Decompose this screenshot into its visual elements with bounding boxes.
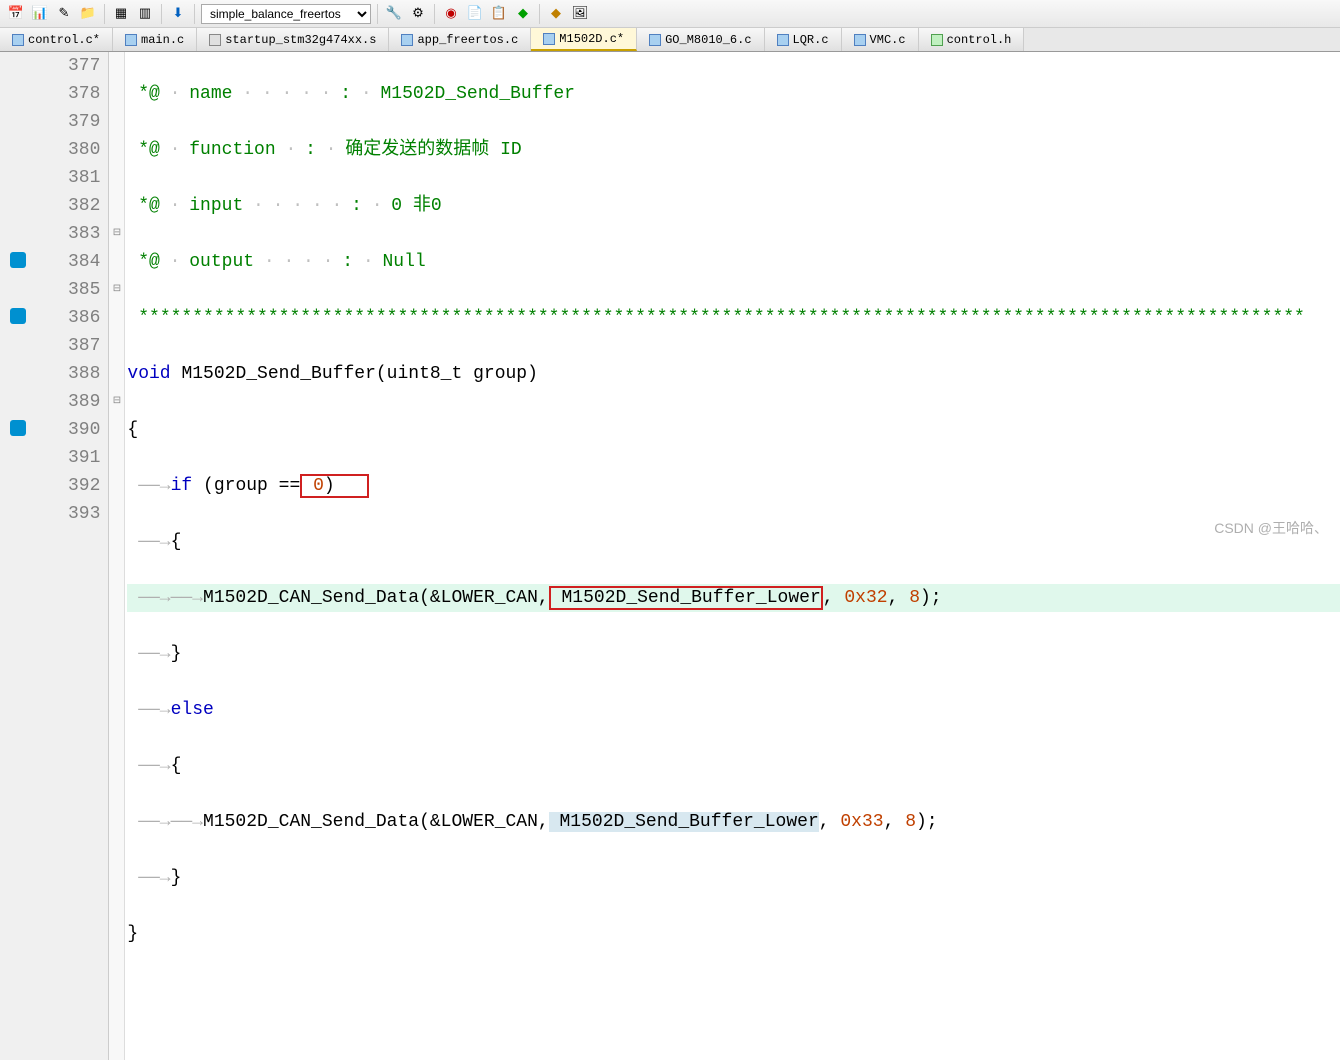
fold-toggle[interactable]: ⊟ [109, 388, 124, 416]
bookmark-icon[interactable] [10, 420, 26, 436]
tab-main-c[interactable]: main.c [113, 28, 197, 51]
bookmark-icon[interactable] [10, 252, 26, 268]
line-numbers: 3773783793803813823833843853863873883893… [38, 52, 109, 1060]
tab-vmc[interactable]: VMC.c [842, 28, 919, 51]
bookmark-margin [0, 52, 38, 1060]
tab-go-m8010[interactable]: GO_M8010_6.c [637, 28, 764, 51]
fold-column: ⊟ ⊟ ⊟ [109, 52, 125, 1060]
file-icon [649, 34, 661, 46]
toolbar-icon-6[interactable]: ▥ [135, 4, 155, 24]
toolbar-icon-9[interactable]: ◉ [441, 4, 461, 24]
tab-m1502d[interactable]: M1502D.c* [531, 28, 637, 51]
file-icon [854, 34, 866, 46]
toolbar-icon-2[interactable]: 📊 [30, 4, 50, 24]
toolbar-icon-13[interactable]: ◆ [546, 4, 566, 24]
tab-startup-s[interactable]: startup_stm32g474xx.s [197, 28, 389, 51]
file-icon [12, 34, 24, 46]
toolbar: 📅 📊 ✎ 📁 ▦ ▥ ⬇ simple_balance_freertos 🔧 … [0, 0, 1340, 28]
toolbar-icon-8[interactable]: ⚙ [408, 4, 428, 24]
file-icon [209, 34, 221, 46]
code-editor[interactable]: 3773783793803813823833843853863873883893… [0, 52, 1340, 1060]
tab-app-freertos[interactable]: app_freertos.c [389, 28, 531, 51]
load-icon[interactable]: ⬇ [168, 4, 188, 24]
bookmark-icon[interactable] [10, 308, 26, 324]
toolbar-icon-5[interactable]: ▦ [111, 4, 131, 24]
tab-lqr[interactable]: LQR.c [765, 28, 842, 51]
toolbar-icon-3[interactable]: ✎ [54, 4, 74, 24]
toolbar-icon-1[interactable]: 📅 [6, 4, 26, 24]
file-icon [777, 34, 789, 46]
editor-tabs: control.c* main.c startup_stm32g474xx.s … [0, 28, 1340, 52]
file-icon [401, 34, 413, 46]
toolbar-icon-14[interactable]: 🖼 [570, 4, 590, 24]
watermark: CSDN @王哈哈、 [1214, 518, 1328, 538]
toolbar-icon-12[interactable]: ◆ [513, 4, 533, 24]
fold-toggle[interactable]: ⊟ [109, 220, 124, 248]
toolbar-icon-10[interactable]: 📄 [465, 4, 485, 24]
file-icon [543, 33, 555, 45]
toolbar-icon-11[interactable]: 📋 [489, 4, 509, 24]
fold-toggle[interactable]: ⊟ [109, 276, 124, 304]
code-area[interactable]: *@ · name · · · · · : · M1502D_Send_Buff… [125, 52, 1340, 1060]
tab-control-c[interactable]: control.c* [0, 28, 113, 51]
project-combo[interactable]: simple_balance_freertos [201, 4, 371, 24]
toolbar-icon-7[interactable]: 🔧 [384, 4, 404, 24]
file-icon [931, 34, 943, 46]
toolbar-icon-4[interactable]: 📁 [78, 4, 98, 24]
tab-control-h[interactable]: control.h [919, 28, 1025, 51]
file-icon [125, 34, 137, 46]
